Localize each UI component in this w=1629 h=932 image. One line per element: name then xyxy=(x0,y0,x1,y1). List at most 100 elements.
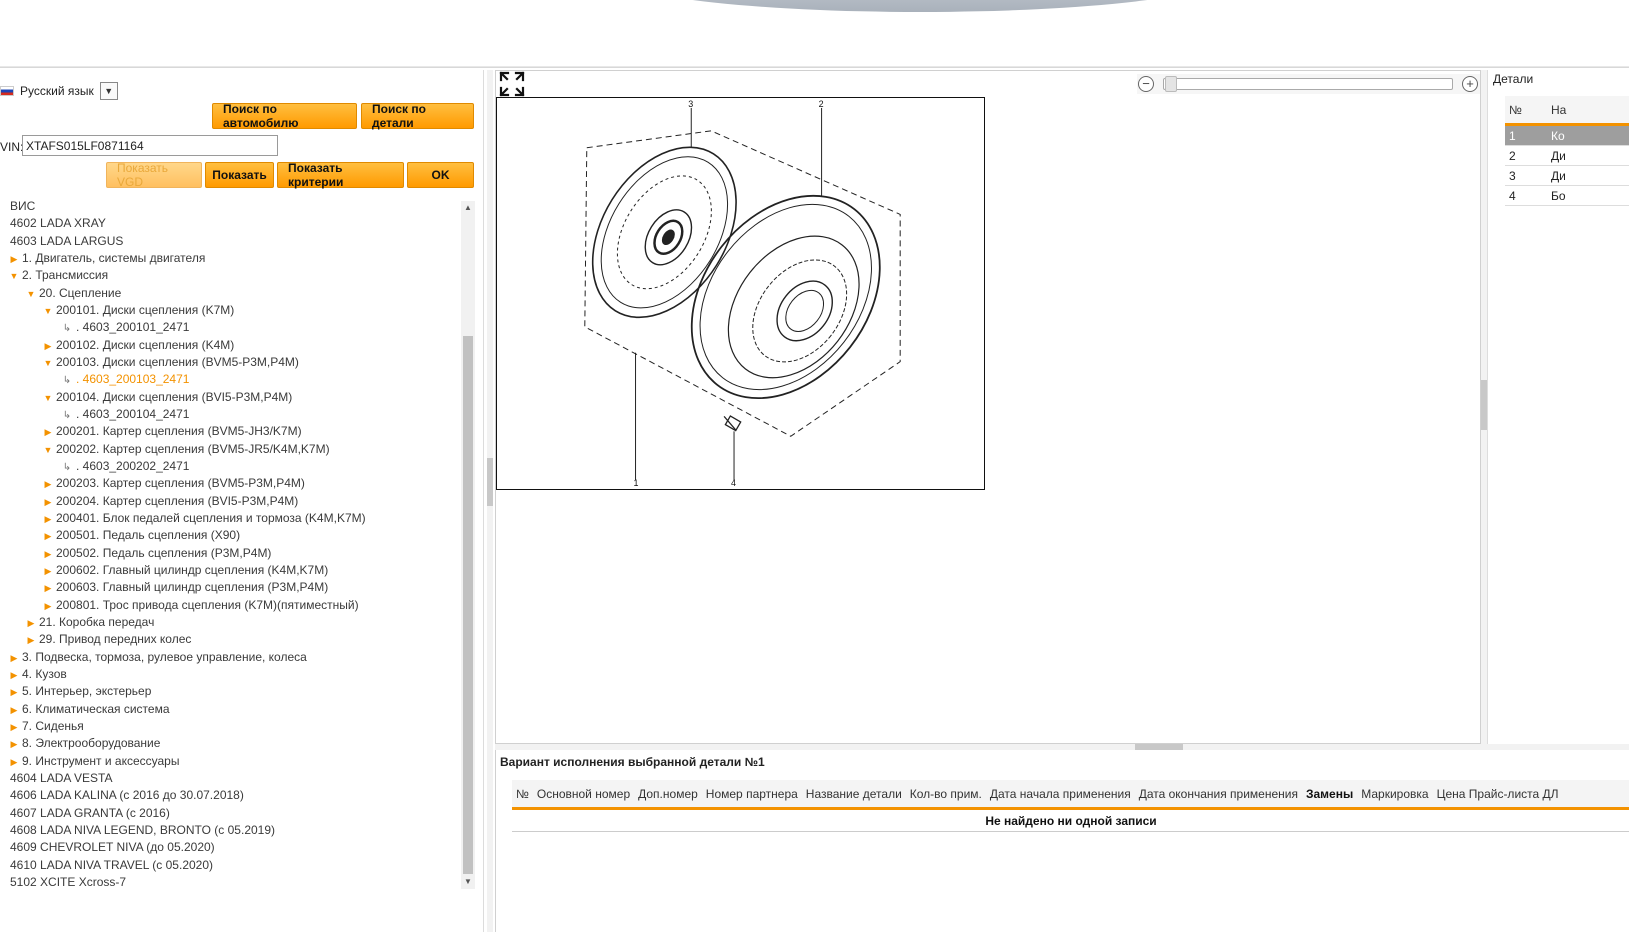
column-header-num[interactable]: № xyxy=(1505,103,1551,117)
tree-node-subgroup[interactable]: ▶ 29. Привод передних колес xyxy=(23,631,192,649)
tree-node-section[interactable]: ▶ 200203. Картер сцепления (BVM5-P3M,P4M) xyxy=(40,475,305,492)
tree-node-root[interactable]: ВИС xyxy=(10,198,35,215)
ok-button[interactable]: OK xyxy=(407,162,474,188)
tree-node-illustration[interactable]: ↳. 4603_200104_2471 xyxy=(58,406,190,423)
tree-node-subgroup[interactable]: ▼ 20. Сцепление xyxy=(23,285,122,303)
expand-arrow-icon[interactable]: ▶ xyxy=(23,632,39,649)
tree-node-section[interactable]: ▼ 200101. Диски сцепления (K7M) xyxy=(40,302,235,320)
tree-node-illustration[interactable]: ↳. 4603_200101_2471 xyxy=(58,319,190,336)
tree-node-model[interactable]: 4604 LADA VESTA xyxy=(10,770,113,787)
collapse-arrow-icon[interactable]: ▼ xyxy=(40,442,56,459)
column-header[interactable]: Номер партнера xyxy=(702,787,802,801)
tree-node-illustration-selected[interactable]: ↳. 4603_200103_2471 xyxy=(58,371,190,388)
clutch-assembly-drawing[interactable]: 3 2 1 4 xyxy=(496,97,985,490)
expand-arrow-icon[interactable]: ▶ xyxy=(6,719,22,736)
column-header[interactable]: Дата начала применения xyxy=(986,787,1135,801)
tree-node-section[interactable]: ▶ 200801. Трос привода сцепления (K7M)(пя… xyxy=(40,597,359,614)
vin-input[interactable] xyxy=(22,135,278,156)
zoom-slider-thumb[interactable] xyxy=(1165,76,1177,92)
expand-arrow-icon[interactable]: ▶ xyxy=(40,563,56,580)
column-header[interactable]: Основной номер xyxy=(533,787,634,801)
show-vgd-button[interactable]: Показать VGD xyxy=(106,161,202,189)
tree-node-model[interactable]: 4603 LADA LARGUS xyxy=(10,233,123,250)
tree-node-group[interactable]: ▶ 1. Двигатель, системы двигателя xyxy=(6,250,206,268)
tree-node-model[interactable]: 5102 XCITE Xcross-7 xyxy=(10,874,126,891)
tree-scrollbar[interactable]: ▲ ▼ xyxy=(461,201,475,889)
collapse-arrow-icon[interactable]: ▼ xyxy=(6,268,22,285)
splitter-grip[interactable] xyxy=(487,458,493,506)
tree-node-section[interactable]: ▶ 200204. Картер сцепления (BVI5-P3M,P4M) xyxy=(40,493,299,511)
column-header[interactable]: Кол-во прим. xyxy=(906,787,986,801)
tree-node-model[interactable]: 4610 LADA NIVA TRAVEL (с 05.2020) xyxy=(10,857,213,874)
collapse-arrow-icon[interactable]: ▼ xyxy=(40,390,56,407)
expand-arrow-icon[interactable]: ▶ xyxy=(6,251,22,268)
tree-node-section[interactable]: ▶ 200502. Педаль сцепления (P3M,P4M) xyxy=(40,545,272,563)
tree-node-group[interactable]: ▶ 6. Климатическая система xyxy=(6,701,170,718)
zoom-out-icon[interactable]: − xyxy=(1138,76,1154,92)
scroll-down-icon[interactable]: ▼ xyxy=(461,875,475,889)
tree-node-section[interactable]: ▶ 200102. Диски сцепления (K4M) xyxy=(40,337,235,355)
tree-node-model[interactable]: 4609 CHEVROLET NIVA (до 05.2020) xyxy=(10,839,215,856)
expand-arrow-icon[interactable]: ▶ xyxy=(40,598,56,615)
expand-arrow-icon[interactable]: ▶ xyxy=(23,615,39,632)
column-header[interactable]: Маркировка xyxy=(1357,787,1432,801)
expand-arrow-icon[interactable]: ▶ xyxy=(6,736,22,753)
expand-arrow-icon[interactable]: ▶ xyxy=(40,476,56,493)
expand-arrow-icon[interactable]: ▶ xyxy=(40,546,56,563)
tree-node-group[interactable]: ▶ 5. Интерьер, экстерьер xyxy=(6,683,152,701)
tree-node-group[interactable]: ▶ 3. Подвеска, тормоза, рулевое управлени… xyxy=(6,649,307,666)
column-header-name[interactable]: На xyxy=(1551,103,1566,117)
tree-node-illustration[interactable]: ↳. 4603_200202_2471 xyxy=(58,458,190,475)
column-header[interactable]: Замены xyxy=(1302,787,1357,801)
tree-node-section[interactable]: ▼ 200104. Диски сцепления (BVI5-P3M,P4M) xyxy=(40,389,293,407)
collapse-arrow-icon[interactable]: ▼ xyxy=(40,355,56,372)
expand-arrow-icon[interactable]: ▶ xyxy=(6,684,22,701)
tree-node-section[interactable]: ▶ 200501. Педаль сцепления (X90) xyxy=(40,527,241,545)
expand-arrow-icon[interactable]: ▶ xyxy=(6,702,22,719)
column-header[interactable]: Цена Прайс-листа ДЛ xyxy=(1433,787,1563,801)
tree-node-group[interactable]: ▶ 8. Электрооборудование xyxy=(6,735,161,753)
tree-node-group[interactable]: ▶ 7. Сиденья xyxy=(6,718,84,735)
fullscreen-icon[interactable] xyxy=(499,71,525,97)
zoom-slider-track[interactable] xyxy=(1163,78,1453,90)
expand-arrow-icon[interactable]: ▶ xyxy=(40,511,56,528)
tree-node-subgroup[interactable]: ▶ 21. Коробка передач xyxy=(23,614,155,632)
expand-arrow-icon[interactable]: ▶ xyxy=(6,754,22,771)
table-row[interactable]: 4 Бо xyxy=(1505,186,1629,206)
expand-arrow-icon[interactable]: ▶ xyxy=(40,494,56,511)
expand-arrow-icon[interactable]: ▶ xyxy=(6,650,22,667)
expand-arrow-icon[interactable]: ▶ xyxy=(40,338,56,355)
left-panel-splitter[interactable] xyxy=(487,70,493,932)
scroll-up-icon[interactable]: ▲ xyxy=(461,201,475,215)
tree-node-group[interactable]: ▼ 2. Трансмиссия xyxy=(6,267,109,285)
expand-arrow-icon[interactable]: ▶ xyxy=(40,424,56,441)
table-row[interactable]: 2 Ди xyxy=(1505,146,1629,166)
collapse-arrow-icon[interactable]: ▼ xyxy=(23,286,39,303)
tree-node-group[interactable]: ▶ 9. Инструмент и аксессуары xyxy=(6,753,180,771)
expand-arrow-icon[interactable]: ▶ xyxy=(40,528,56,545)
scrollbar-thumb[interactable] xyxy=(463,336,473,874)
language-selector[interactable]: Русский язык ▼ xyxy=(0,80,118,102)
show-criteria-button[interactable]: Показать критерии xyxy=(277,161,404,189)
show-button[interactable]: Показать xyxy=(205,162,274,188)
tree-node-section[interactable]: ▶ 200603. Главный цилиндр сцепления (P3M,… xyxy=(40,579,329,596)
column-header[interactable]: № xyxy=(512,787,533,801)
table-row[interactable]: 1 Ко xyxy=(1505,126,1629,146)
tree-node-section[interactable]: ▼ 200103. Диски сцепления (BVM5-P3M,P4M) xyxy=(40,354,299,371)
tree-node-model[interactable]: 4602 LADA XRAY xyxy=(10,215,106,232)
search-by-car-button[interactable]: Поиск по автомобилю xyxy=(212,102,357,130)
column-header[interactable]: Доп.номер xyxy=(634,787,702,801)
collapse-arrow-icon[interactable]: ▼ xyxy=(40,303,56,320)
table-row[interactable]: 3 Ди xyxy=(1505,166,1629,186)
tree-node-section[interactable]: ▼ 200202. Картер сцепления (BVM5-JR5/K4M,… xyxy=(40,441,330,458)
tree-node-section[interactable]: ▶ 200602. Главный цилиндр сцепления (K4M,… xyxy=(40,562,329,580)
chevron-down-icon[interactable]: ▼ xyxy=(99,82,118,100)
search-by-part-button[interactable]: Поиск по детали xyxy=(361,102,474,130)
tree-node-group[interactable]: ▶ 4. Кузов xyxy=(6,666,67,683)
tree-node-model[interactable]: 4607 LADA GRANTA (с 2016) xyxy=(10,805,170,822)
tree-node-model[interactable]: 4608 LADA NIVA LEGEND, BRONTO (с 05.2019… xyxy=(10,822,275,839)
tree-node-section[interactable]: ▶ 200401. Блок педалей сцепления и тормоз… xyxy=(40,510,366,527)
tree-node-section[interactable]: ▶ 200201. Картер сцепления (BVM5-JH3/K7M) xyxy=(40,423,302,440)
expand-arrow-icon[interactable]: ▶ xyxy=(6,667,22,684)
column-header[interactable]: Название детали xyxy=(802,787,906,801)
